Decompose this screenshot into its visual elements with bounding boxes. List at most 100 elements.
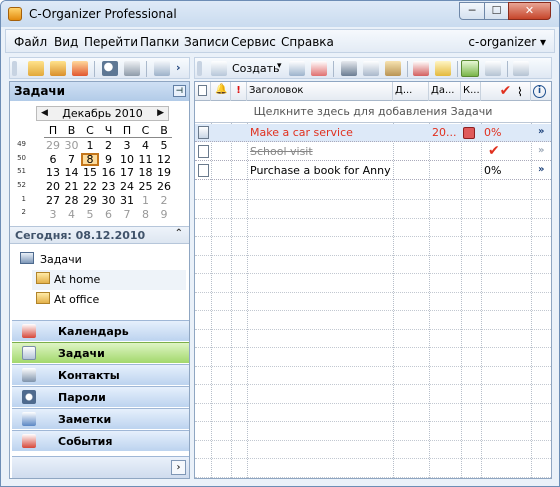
maximize-button[interactable]: ☐ (484, 2, 509, 20)
calendar-day[interactable]: 1 (137, 194, 155, 207)
calendar-day[interactable]: 12 (155, 153, 173, 166)
col-title-header[interactable]: Заголовок (247, 82, 393, 101)
calendar-day[interactable]: 23 (100, 180, 118, 193)
chevron-right-icon[interactable]: › (176, 61, 186, 76)
calendar-day[interactable]: 11 (137, 153, 155, 166)
task-row[interactable]: School visit ✔ » (195, 143, 551, 161)
col-type-header[interactable] (195, 82, 211, 101)
calendar-day[interactable]: 5 (81, 208, 99, 221)
search-icon[interactable] (102, 61, 118, 76)
menu-file[interactable]: Файл (14, 35, 47, 49)
calendar-day[interactable]: 25 (137, 180, 155, 193)
col-due-header[interactable]: Да... (429, 82, 461, 101)
calendar-day[interactable]: 6 (100, 208, 118, 221)
chevron-right-icon[interactable]: › (171, 460, 186, 475)
create-dropdown-icon[interactable]: ▾ (277, 61, 282, 71)
edit-icon[interactable] (289, 61, 305, 76)
calendar-day[interactable]: 9 (155, 208, 173, 221)
cut-icon[interactable] (341, 61, 357, 76)
calendar-day[interactable]: 19 (155, 166, 173, 179)
calendar-day[interactable]: 24 (118, 180, 136, 193)
col-category-header[interactable]: К... (461, 82, 481, 101)
calendar-day[interactable]: 10 (118, 153, 136, 166)
calendar-day[interactable]: 30 (63, 139, 81, 152)
calendar-day[interactable]: 13 (44, 166, 62, 179)
calendar-day[interactable]: 2 (100, 139, 118, 152)
calendar-day[interactable]: 8 (81, 152, 99, 166)
col-date-header[interactable]: Д... (393, 82, 429, 101)
pin-icon[interactable]: ⊣ (173, 85, 186, 97)
calendar-day[interactable]: 3 (44, 208, 62, 221)
calendar-day[interactable]: 7 (63, 153, 81, 166)
calendar-day[interactable]: 5 (155, 139, 173, 152)
info-icon[interactable]: i (531, 82, 551, 101)
new-record-icon[interactable] (211, 61, 227, 76)
calendar-day[interactable]: 8 (137, 208, 155, 221)
page-setup-icon[interactable] (154, 61, 170, 76)
tree-root[interactable]: Задачи (16, 250, 186, 270)
close-button[interactable]: ✕ (508, 2, 551, 20)
calendar-day[interactable]: 4 (137, 139, 155, 152)
calendar-day[interactable]: 29 (81, 194, 99, 207)
nav-notes[interactable]: Заметки (12, 408, 189, 429)
create-button[interactable]: Создать (232, 62, 280, 75)
properties-icon[interactable] (413, 61, 429, 76)
nav-calendar[interactable]: Календарь (12, 320, 189, 341)
open-folder-icon[interactable] (28, 61, 44, 76)
task-row[interactable]: Purchase a book for Anny 0% » (195, 162, 551, 180)
calendar-day[interactable]: 27 (44, 194, 62, 207)
menu-view[interactable]: Вид (54, 35, 78, 49)
nav-tasks[interactable]: Задачи (12, 342, 189, 363)
calendar-day[interactable]: 21 (63, 180, 81, 193)
calendar-day[interactable]: 20 (44, 180, 62, 193)
delete-folder-icon[interactable] (72, 61, 88, 76)
minimize-button[interactable]: ─ (459, 2, 485, 20)
today-bar[interactable]: Сегодня: 08.12.2010 ⌃ (10, 226, 189, 244)
add-task-row[interactable]: Щелкните здесь для добавления Задачи (195, 102, 551, 123)
calendar-day[interactable]: 15 (81, 166, 99, 179)
expand-icon[interactable]: » (538, 164, 544, 175)
calendar-day[interactable]: 28 (63, 194, 81, 207)
expand-icon[interactable]: » (538, 145, 544, 156)
edit-folder-icon[interactable] (50, 61, 66, 76)
calendar-day[interactable]: 18 (137, 166, 155, 179)
menu-records[interactable]: Записи (184, 35, 229, 49)
calendar-day[interactable]: 17 (118, 166, 136, 179)
tree-item-at-home[interactable]: At home (32, 270, 186, 290)
task-row[interactable]: Make a car service 20... 0% » (195, 124, 551, 142)
calendar-day[interactable]: 14 (63, 166, 81, 179)
print-icon[interactable] (124, 61, 140, 76)
calendar-day[interactable]: 3 (118, 139, 136, 152)
profile-selector[interactable]: c-organizer ▾ (468, 35, 546, 49)
tree-item-at-office[interactable]: At office (32, 290, 186, 310)
paste-icon[interactable] (385, 61, 401, 76)
calendar-day[interactable]: 6 (44, 153, 62, 166)
nav-events[interactable]: События (12, 430, 189, 451)
calendar-day[interactable]: 2 (155, 194, 173, 207)
task-view-icon[interactable] (461, 60, 479, 77)
col-reminder-header[interactable]: 🔔 (211, 82, 231, 101)
next-month-icon[interactable]: ▶ (157, 107, 164, 120)
col-priority-header[interactable]: ! (231, 82, 247, 101)
copy-icon[interactable] (363, 61, 379, 76)
calendar-day[interactable]: 31 (118, 194, 136, 207)
menu-help[interactable]: Справка (281, 35, 334, 49)
delete-icon[interactable] (311, 61, 327, 76)
calendar-day[interactable]: 22 (81, 180, 99, 193)
calendar-day[interactable]: 7 (118, 208, 136, 221)
paperclip-icon[interactable]: ⌇ (515, 82, 531, 101)
collapse-icon[interactable]: ⌃ (175, 228, 183, 239)
nav-passwords[interactable]: Пароли (12, 386, 189, 407)
calendar-day[interactable]: 30 (100, 194, 118, 207)
calendar-day[interactable]: 16 (100, 166, 118, 179)
calendar-day[interactable]: 1 (81, 139, 99, 152)
menu-go[interactable]: Перейти (84, 35, 138, 49)
list-view-icon[interactable] (513, 61, 529, 76)
prev-month-icon[interactable]: ◀ (41, 107, 48, 120)
calendar-day[interactable]: 9 (100, 153, 118, 166)
filter-icon[interactable] (485, 61, 501, 76)
menu-service[interactable]: Сервис (231, 35, 276, 49)
calendar-day[interactable]: 29 (44, 139, 62, 152)
expand-icon[interactable]: » (538, 126, 544, 137)
menu-folders[interactable]: Папки (140, 35, 179, 49)
